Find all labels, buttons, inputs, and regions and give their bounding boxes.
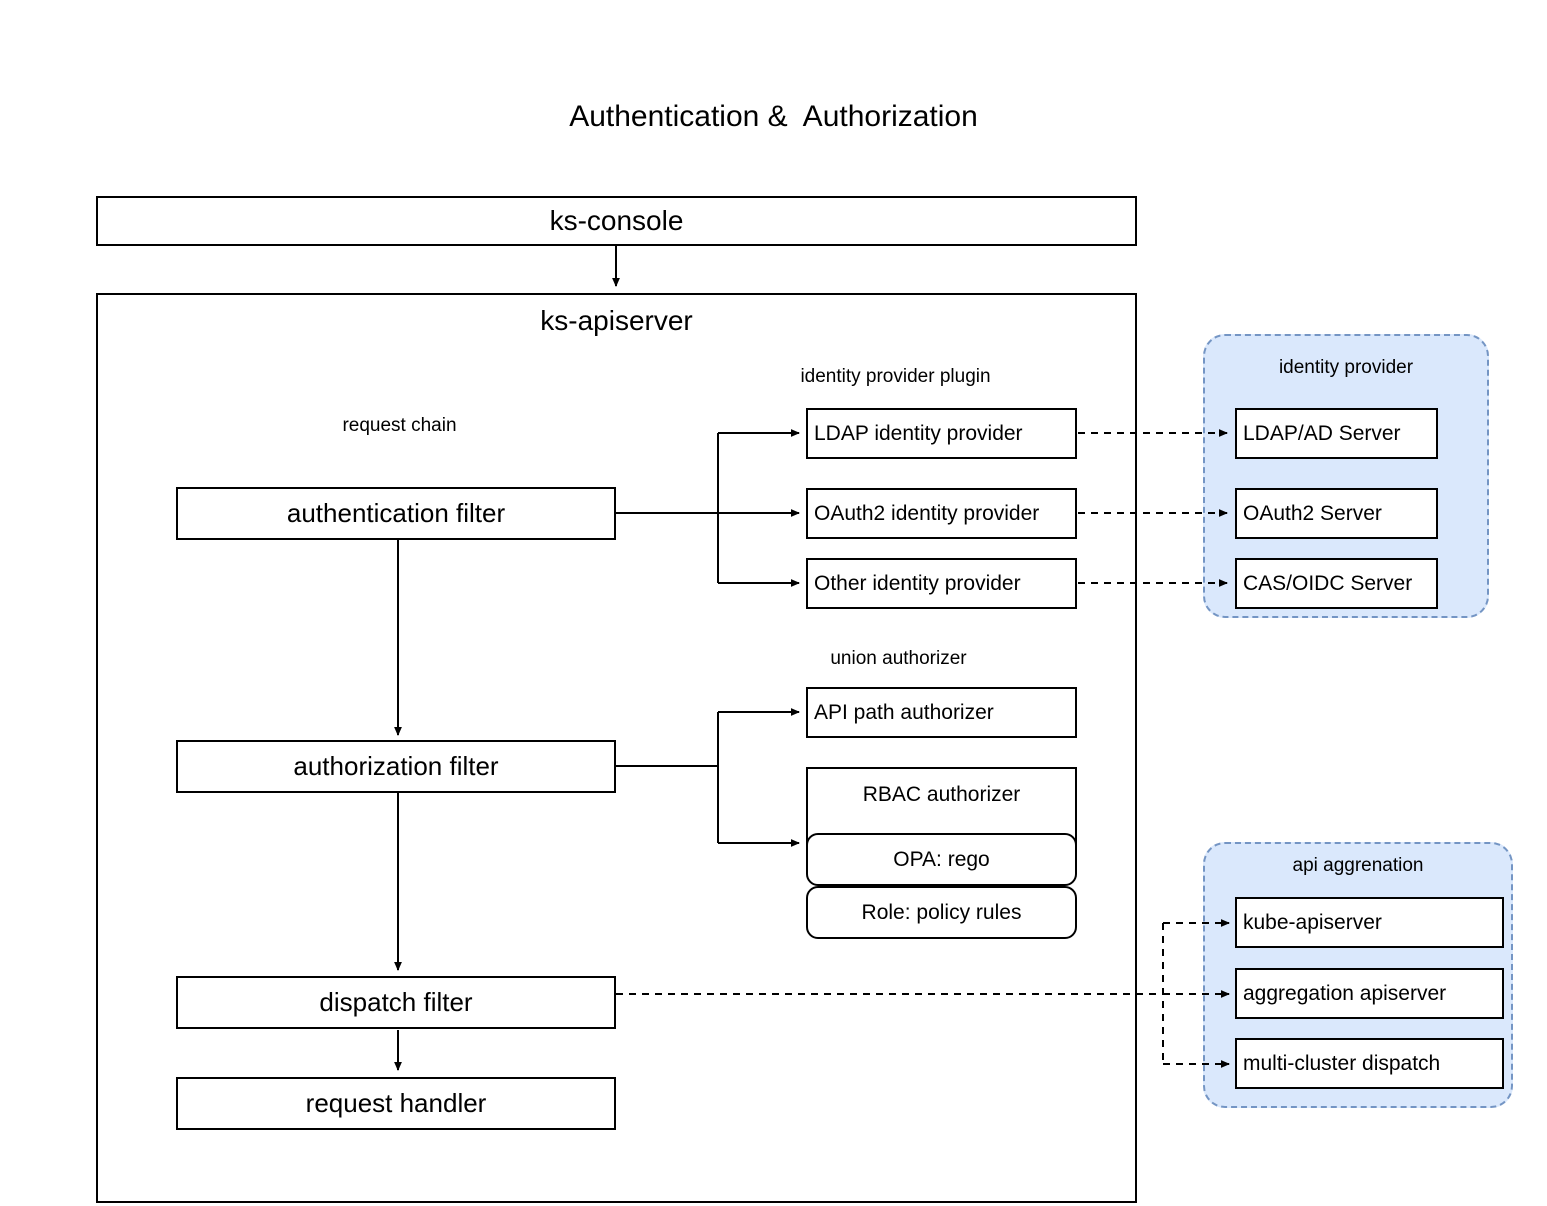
node-label: API path authorizer bbox=[814, 700, 994, 724]
node-authentication-filter[interactable]: authentication filter bbox=[176, 487, 616, 540]
request-chain-title: request chain bbox=[342, 415, 457, 436]
node-label: OAuth2 Server bbox=[1243, 501, 1382, 525]
node-kube-apiserver[interactable]: kube-apiserver bbox=[1235, 897, 1504, 948]
node-label: request handler bbox=[305, 1088, 487, 1118]
node-label: dispatch filter bbox=[319, 987, 473, 1017]
node-opa-rego[interactable]: OPA: rego bbox=[806, 833, 1077, 886]
ks-console-box[interactable]: ks-console bbox=[96, 196, 1137, 246]
node-multi-cluster-dispatch[interactable]: multi-cluster dispatch bbox=[1235, 1038, 1504, 1089]
node-label: Role: policy rules bbox=[861, 900, 1022, 924]
ks-console-label: ks-console bbox=[549, 205, 684, 236]
node-label: kube-apiserver bbox=[1243, 910, 1382, 934]
node-label: OPA: rego bbox=[893, 847, 990, 871]
ks-apiserver-label: ks-apiserver bbox=[540, 305, 693, 336]
node-label: CAS/OIDC Server bbox=[1243, 571, 1413, 595]
identity-provider-plugin-title: identity provider plugin bbox=[800, 366, 991, 387]
node-request-handler[interactable]: request handler bbox=[176, 1077, 616, 1130]
diagram-canvas: Authentication & Authorization ks-consol… bbox=[0, 0, 1547, 1206]
identity-provider-title: identity provider bbox=[1278, 357, 1414, 378]
node-authorization-filter[interactable]: authorization filter bbox=[176, 740, 616, 793]
node-label: aggregation apiserver bbox=[1243, 981, 1447, 1005]
node-ldap-identity-provider[interactable]: LDAP identity provider bbox=[806, 408, 1077, 459]
node-label: multi-cluster dispatch bbox=[1243, 1051, 1441, 1075]
union-authorizer-title: union authorizer bbox=[830, 648, 967, 669]
node-aggregation-apiserver[interactable]: aggregation apiserver bbox=[1235, 968, 1504, 1019]
api-aggregation-title: api aggrenation bbox=[1292, 855, 1424, 876]
node-other-identity-provider[interactable]: Other identity provider bbox=[806, 558, 1077, 609]
node-label: RBAC authorizer bbox=[862, 783, 1021, 806]
node-dispatch-filter[interactable]: dispatch filter bbox=[176, 976, 616, 1029]
node-api-path-authorizer[interactable]: API path authorizer bbox=[806, 687, 1077, 738]
node-label: authorization filter bbox=[293, 751, 499, 781]
node-oauth2-server[interactable]: OAuth2 Server bbox=[1235, 488, 1438, 539]
node-label: authentication filter bbox=[286, 498, 506, 528]
node-label: Other identity provider bbox=[814, 571, 1021, 595]
node-label: OAuth2 identity provider bbox=[814, 501, 1040, 525]
node-label: LDAP identity provider bbox=[814, 421, 1023, 445]
page-title: Authentication & Authorization bbox=[569, 100, 978, 133]
node-oauth2-identity-provider[interactable]: OAuth2 identity provider bbox=[806, 488, 1077, 539]
node-cas-oidc-server[interactable]: CAS/OIDC Server bbox=[1235, 558, 1438, 609]
node-role-policy-rules[interactable]: Role: policy rules bbox=[806, 886, 1077, 939]
node-ldap-ad-server[interactable]: LDAP/AD Server bbox=[1235, 408, 1438, 459]
node-label: LDAP/AD Server bbox=[1243, 421, 1401, 445]
